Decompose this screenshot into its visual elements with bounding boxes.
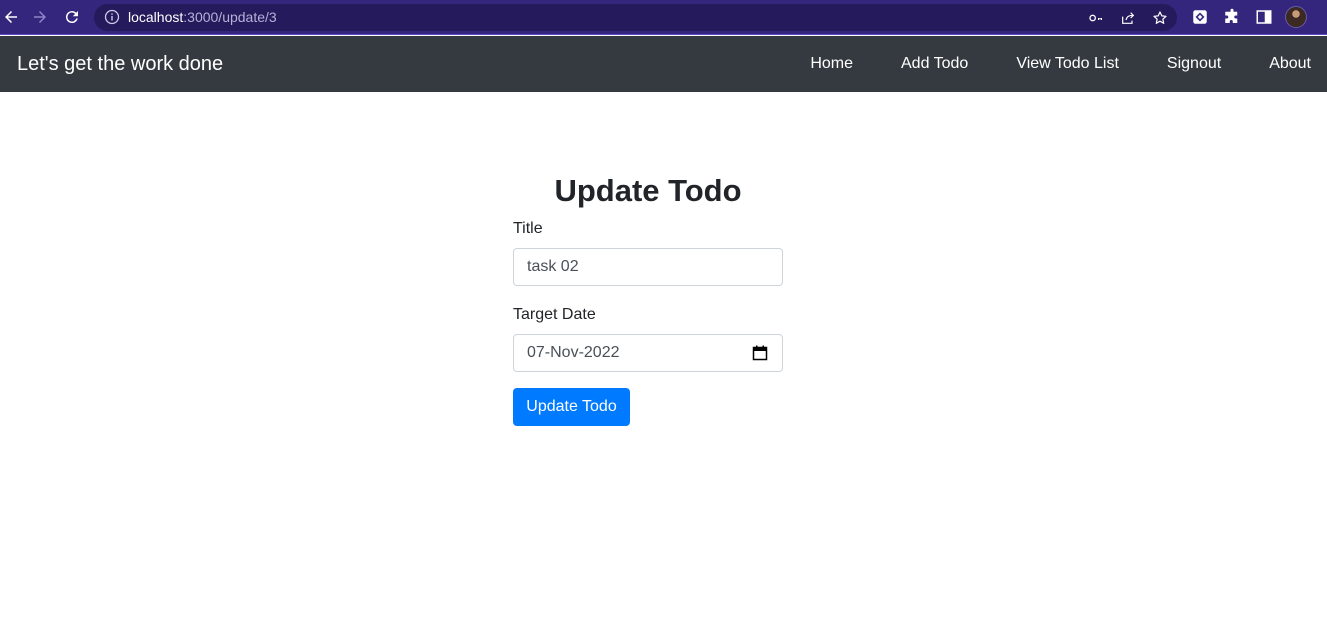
avatar[interactable] [1285, 6, 1307, 28]
title-input-value: task 02 [527, 258, 579, 275]
nav-link-view-todo-list[interactable]: View Todo List [992, 54, 1143, 74]
brand-title[interactable]: Let's get the work done [17, 52, 223, 76]
title-input[interactable]: task 02 [513, 248, 783, 286]
title-label: Title [513, 220, 543, 237]
url-text[interactable]: localhost:3000/update/3 [128, 9, 277, 26]
url-host: localhost [128, 9, 184, 25]
nav-link-about[interactable]: About [1245, 54, 1327, 74]
page-title: Update Todo [554, 173, 742, 208]
key-icon[interactable] [1087, 9, 1105, 27]
nav-link-add-todo[interactable]: Add Todo [877, 54, 992, 74]
target-date-input[interactable]: 07-Nov-2022 [513, 334, 783, 372]
back-icon[interactable] [0, 6, 22, 28]
extension-icon[interactable] [1190, 7, 1210, 27]
update-todo-button[interactable]: Update Todo [513, 388, 630, 426]
nav-link-signout[interactable]: Signout [1143, 54, 1245, 74]
side-panel-icon[interactable] [1254, 7, 1274, 27]
target-date-value: 07-Nov-2022 [527, 344, 620, 361]
calendar-icon[interactable] [752, 345, 768, 361]
nav-link-home[interactable]: Home [786, 54, 877, 74]
address-bar[interactable]: localhost:3000/update/3 [94, 4, 1177, 31]
puzzle-icon[interactable] [1222, 7, 1242, 27]
browser-toolbar: localhost:3000/update/3 [0, 0, 1327, 35]
info-icon[interactable] [104, 9, 120, 25]
target-date-label: Target Date [513, 306, 596, 323]
forward-icon[interactable] [29, 6, 51, 28]
nav-links: Home Add Todo View Todo List Signout Abo… [786, 36, 1327, 92]
url-path: :3000/update/3 [183, 9, 277, 25]
reload-icon[interactable] [61, 6, 83, 28]
app-navbar: Let's get the work done Home Add Todo Vi… [0, 36, 1327, 92]
share-icon[interactable] [1119, 9, 1137, 27]
star-icon[interactable] [1151, 9, 1169, 27]
